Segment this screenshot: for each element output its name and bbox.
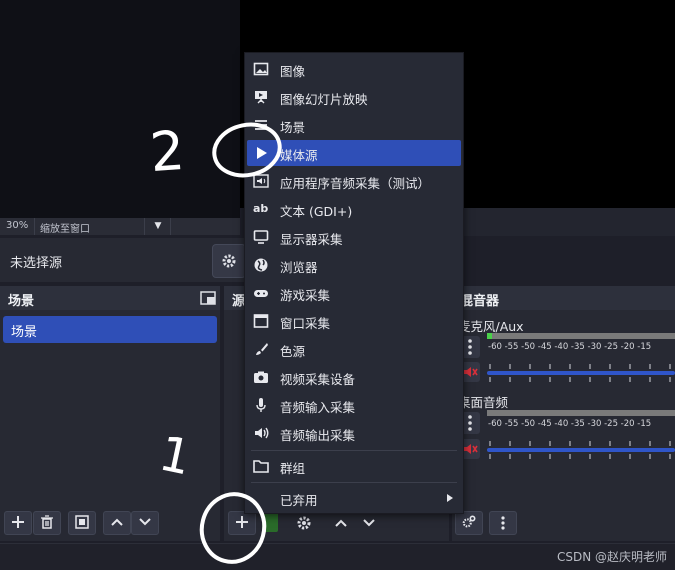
annotation-circle-bottom [199, 492, 267, 564]
annotation-circle-top [212, 122, 282, 178]
annotation-number-two: 2 [147, 118, 187, 185]
annotation-layer [199, 122, 282, 564]
